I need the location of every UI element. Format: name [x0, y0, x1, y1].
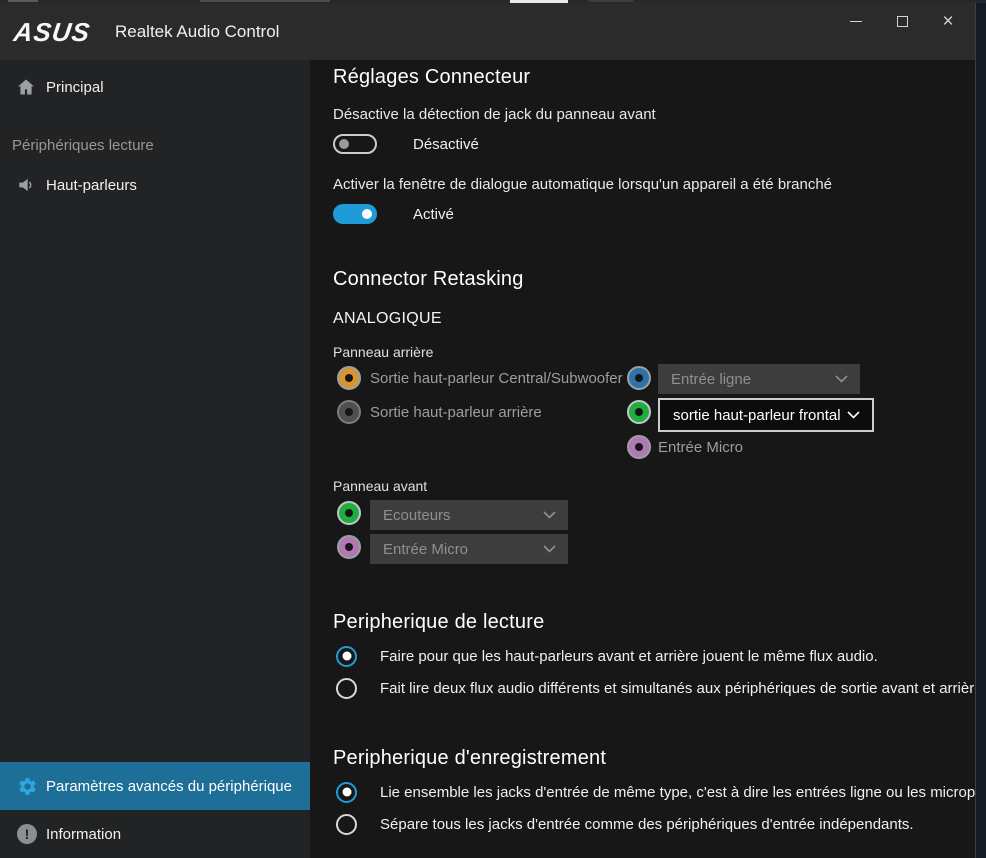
jack-label-rear-speaker: Sortie haut-parleur arrière — [370, 404, 542, 421]
front-mic-dropdown: Entrée Micro — [370, 534, 568, 564]
toggle-row-front-jack-detection: Désactivé — [333, 133, 479, 155]
toggle-state-label: Désactivé — [413, 136, 479, 153]
sidebar-item-label: Haut-parleurs — [46, 177, 137, 194]
sidebar-item-label: Paramètres avancés du périphérique — [46, 778, 292, 795]
chevron-down-icon — [847, 411, 860, 419]
auto-popup-dialog-toggle[interactable] — [333, 204, 377, 224]
sidebar-item-speakers[interactable]: Haut-parleurs — [0, 168, 310, 202]
section-title-playback-device: Peripherique de lecture — [333, 611, 544, 634]
chevron-down-icon — [543, 511, 556, 519]
jack-purple-front-mic — [337, 535, 361, 559]
asus-logo: ASUS — [12, 17, 108, 47]
recording-option-tie-jacks: Lie ensemble les jacks d'entrée de même … — [336, 781, 986, 803]
sidebar-item-label: Information — [46, 826, 121, 843]
front-jack-detection-toggle[interactable] — [333, 134, 377, 154]
radio-selected[interactable] — [336, 646, 357, 667]
toggle-label-auto-popup-dialog: Activer la fenêtre de dialogue automatiq… — [333, 176, 832, 193]
jack-purple-mic-in — [627, 435, 651, 459]
jack-green-headphones — [337, 501, 361, 525]
radio-unselected[interactable] — [336, 678, 357, 699]
toggle-state-label: Activé — [413, 206, 454, 223]
window-controls: × — [840, 7, 964, 35]
section-title-recording-device: Peripherique d'enregistrement — [333, 747, 606, 770]
line-in-dropdown: Entrée ligne — [658, 364, 860, 394]
title-bar: ASUS Realtek Audio Control × — [0, 3, 986, 60]
playback-option-two-streams: Fait lire deux flux audio différents et … — [336, 677, 986, 699]
toggle-label-front-jack-detection: Désactive la détection de jack du pannea… — [333, 106, 656, 123]
sidebar-item-information[interactable]: ! Information — [0, 810, 310, 858]
jack-blue-line-in — [627, 366, 651, 390]
rear-panel-label: Panneau arrière — [333, 344, 433, 360]
sidebar-item-principal[interactable]: Principal — [0, 70, 310, 104]
sidebar-item-label: Principal — [46, 79, 104, 96]
maximize-button[interactable] — [886, 7, 918, 35]
front-panel-label: Panneau avant — [333, 478, 427, 494]
toggle-row-auto-popup-dialog: Activé — [333, 203, 454, 225]
radio-unselected[interactable] — [336, 814, 357, 835]
main-content: Réglages Connecteur Désactive la détecti… — [310, 60, 986, 858]
sidebar-section-playback-devices: Périphériques lecture — [12, 137, 154, 154]
jack-green-front-speaker-out — [627, 400, 651, 424]
section-title-connector-settings: Réglages Connecteur — [333, 66, 530, 89]
chevron-down-icon — [835, 375, 848, 383]
chevron-down-icon — [543, 545, 556, 553]
close-button[interactable]: × — [932, 7, 964, 35]
maximize-icon — [897, 16, 908, 27]
realtek-audio-control-window: ASUS Realtek Audio Control × Principal P… — [0, 0, 986, 858]
minimize-button[interactable] — [840, 7, 872, 35]
playback-option-same-stream: Faire pour que les haut-parleurs avant e… — [336, 645, 878, 667]
sidebar-item-advanced-device-settings[interactable]: Paramètres avancés du périphérique — [0, 762, 310, 810]
headphones-dropdown: Ecouteurs — [370, 500, 568, 530]
jack-label-center-subwoofer: Sortie haut-parleur Central/Subwoofer — [370, 370, 623, 387]
minimize-icon — [850, 21, 862, 22]
home-icon — [15, 76, 37, 98]
recording-option-separate-jacks: Sépare tous les jacks d'entrée comme des… — [336, 813, 914, 835]
jack-label-mic-in: Entrée Micro — [658, 439, 743, 456]
front-speaker-out-dropdown[interactable]: sortie haut-parleur frontal — [658, 398, 874, 432]
jack-orange-center-subwoofer — [337, 366, 361, 390]
jack-gray-rear-speaker — [337, 400, 361, 424]
info-icon: ! — [16, 823, 38, 845]
speaker-icon — [15, 174, 37, 196]
radio-selected[interactable] — [336, 782, 357, 803]
sidebar: Principal Périphériques lecture Haut-par… — [0, 60, 310, 858]
app-title: Realtek Audio Control — [115, 3, 279, 60]
subsection-analogique: ANALOGIQUE — [333, 310, 442, 328]
close-icon: × — [942, 12, 953, 31]
gear-icon — [16, 775, 38, 797]
window-right-edge — [975, 3, 986, 858]
section-title-connector-retasking: Connector Retasking — [333, 268, 524, 291]
